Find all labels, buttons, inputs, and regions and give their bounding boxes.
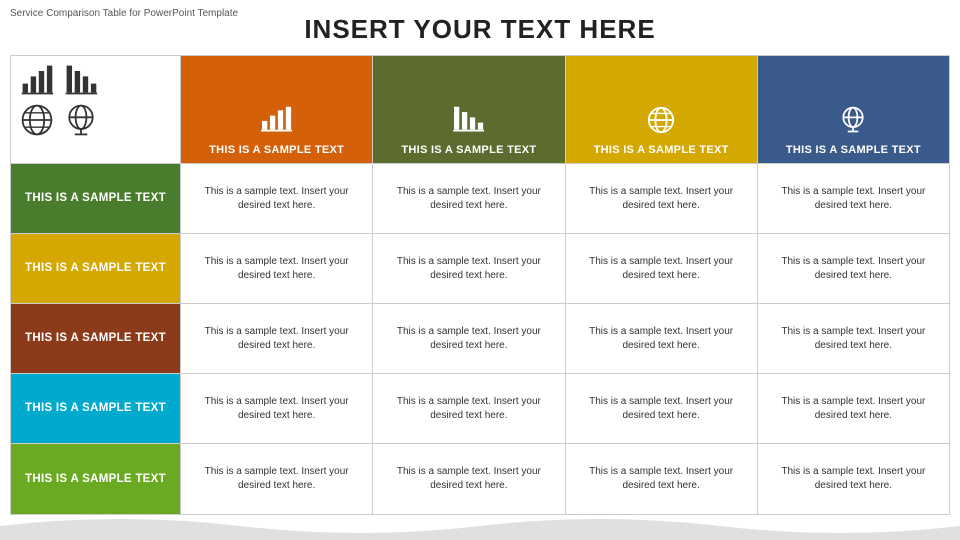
cell-0-2: This is a sample text. Insert your desir… (181, 304, 372, 374)
cell-0-3: This is a sample text. Insert your desir… (181, 374, 372, 444)
cell-0-1: This is a sample text. Insert your desir… (181, 234, 372, 304)
comparison-table: THIS IS A SAMPLE TEXT THIS IS A SAMPLE T… (10, 55, 950, 515)
bar-chart-icon (19, 62, 55, 98)
data-column-3: THIS IS A SAMPLE TEXT This is a sample t… (758, 56, 949, 514)
row-label-3: THIS IS A SAMPLE TEXT (11, 374, 181, 444)
data-column-2: THIS IS A SAMPLE TEXT This is a sample t… (566, 56, 758, 514)
data-column-0: THIS IS A SAMPLE TEXT This is a sample t… (181, 56, 373, 514)
wave-decoration (0, 512, 960, 540)
cell-3-0: This is a sample text. Insert your desir… (758, 164, 949, 234)
cell-2-1: This is a sample text. Insert your desir… (566, 234, 757, 304)
row-label-1: THIS IS A SAMPLE TEXT (11, 234, 181, 304)
icon-row-1 (19, 62, 99, 98)
cell-3-2: This is a sample text. Insert your desir… (758, 304, 949, 374)
cell-2-0: This is a sample text. Insert your desir… (566, 164, 757, 234)
cell-2-3: This is a sample text. Insert your desir… (566, 374, 757, 444)
cell-1-2: This is a sample text. Insert your desir… (373, 304, 564, 374)
col-3-header-text: THIS IS A SAMPLE TEXT (786, 144, 921, 157)
col-1-header-icon (450, 105, 488, 140)
col-3-header-icon (836, 105, 870, 140)
col-2-header-text: THIS IS A SAMPLE TEXT (594, 144, 729, 157)
col-header-1: THIS IS A SAMPLE TEXT (373, 56, 564, 164)
cell-0-4: This is a sample text. Insert your desir… (181, 444, 372, 514)
row-label-0: THIS IS A SAMPLE TEXT (11, 164, 181, 234)
cell-2-2: This is a sample text. Insert your desir… (566, 304, 757, 374)
label-header-icons (11, 56, 181, 164)
cell-3-3: This is a sample text. Insert your desir… (758, 374, 949, 444)
label-column: THIS IS A SAMPLE TEXT THIS IS A SAMPLE T… (11, 56, 181, 514)
cell-1-1: This is a sample text. Insert your desir… (373, 234, 564, 304)
cell-1-4: This is a sample text. Insert your desir… (373, 444, 564, 514)
globe-icon-2 (63, 102, 99, 138)
col-header-0: THIS IS A SAMPLE TEXT (181, 56, 372, 164)
col-1-header-text: THIS IS A SAMPLE TEXT (401, 144, 536, 157)
col-2-header-icon (644, 105, 678, 140)
cell-2-4: This is a sample text. Insert your desir… (566, 444, 757, 514)
col-header-2: THIS IS A SAMPLE TEXT (566, 56, 757, 164)
row-label-2: THIS IS A SAMPLE TEXT (11, 304, 181, 374)
cell-0-0: This is a sample text. Insert your desir… (181, 164, 372, 234)
col-header-3: THIS IS A SAMPLE TEXT (758, 56, 949, 164)
row-label-4: THIS IS A SAMPLE TEXT (11, 444, 181, 514)
watermark: Service Comparison Table for PowerPoint … (10, 8, 238, 19)
globe-icon-1 (19, 102, 55, 138)
cell-1-0: This is a sample text. Insert your desir… (373, 164, 564, 234)
cell-1-3: This is a sample text. Insert your desir… (373, 374, 564, 444)
data-column-1: THIS IS A SAMPLE TEXT This is a sample t… (373, 56, 565, 514)
col-0-header-text: THIS IS A SAMPLE TEXT (209, 144, 344, 157)
cell-3-4: This is a sample text. Insert your desir… (758, 444, 949, 514)
cell-3-1: This is a sample text. Insert your desir… (758, 234, 949, 304)
col-0-header-icon (258, 105, 296, 140)
icon-row-2 (19, 102, 99, 138)
bar-chart-down-icon (63, 62, 99, 98)
